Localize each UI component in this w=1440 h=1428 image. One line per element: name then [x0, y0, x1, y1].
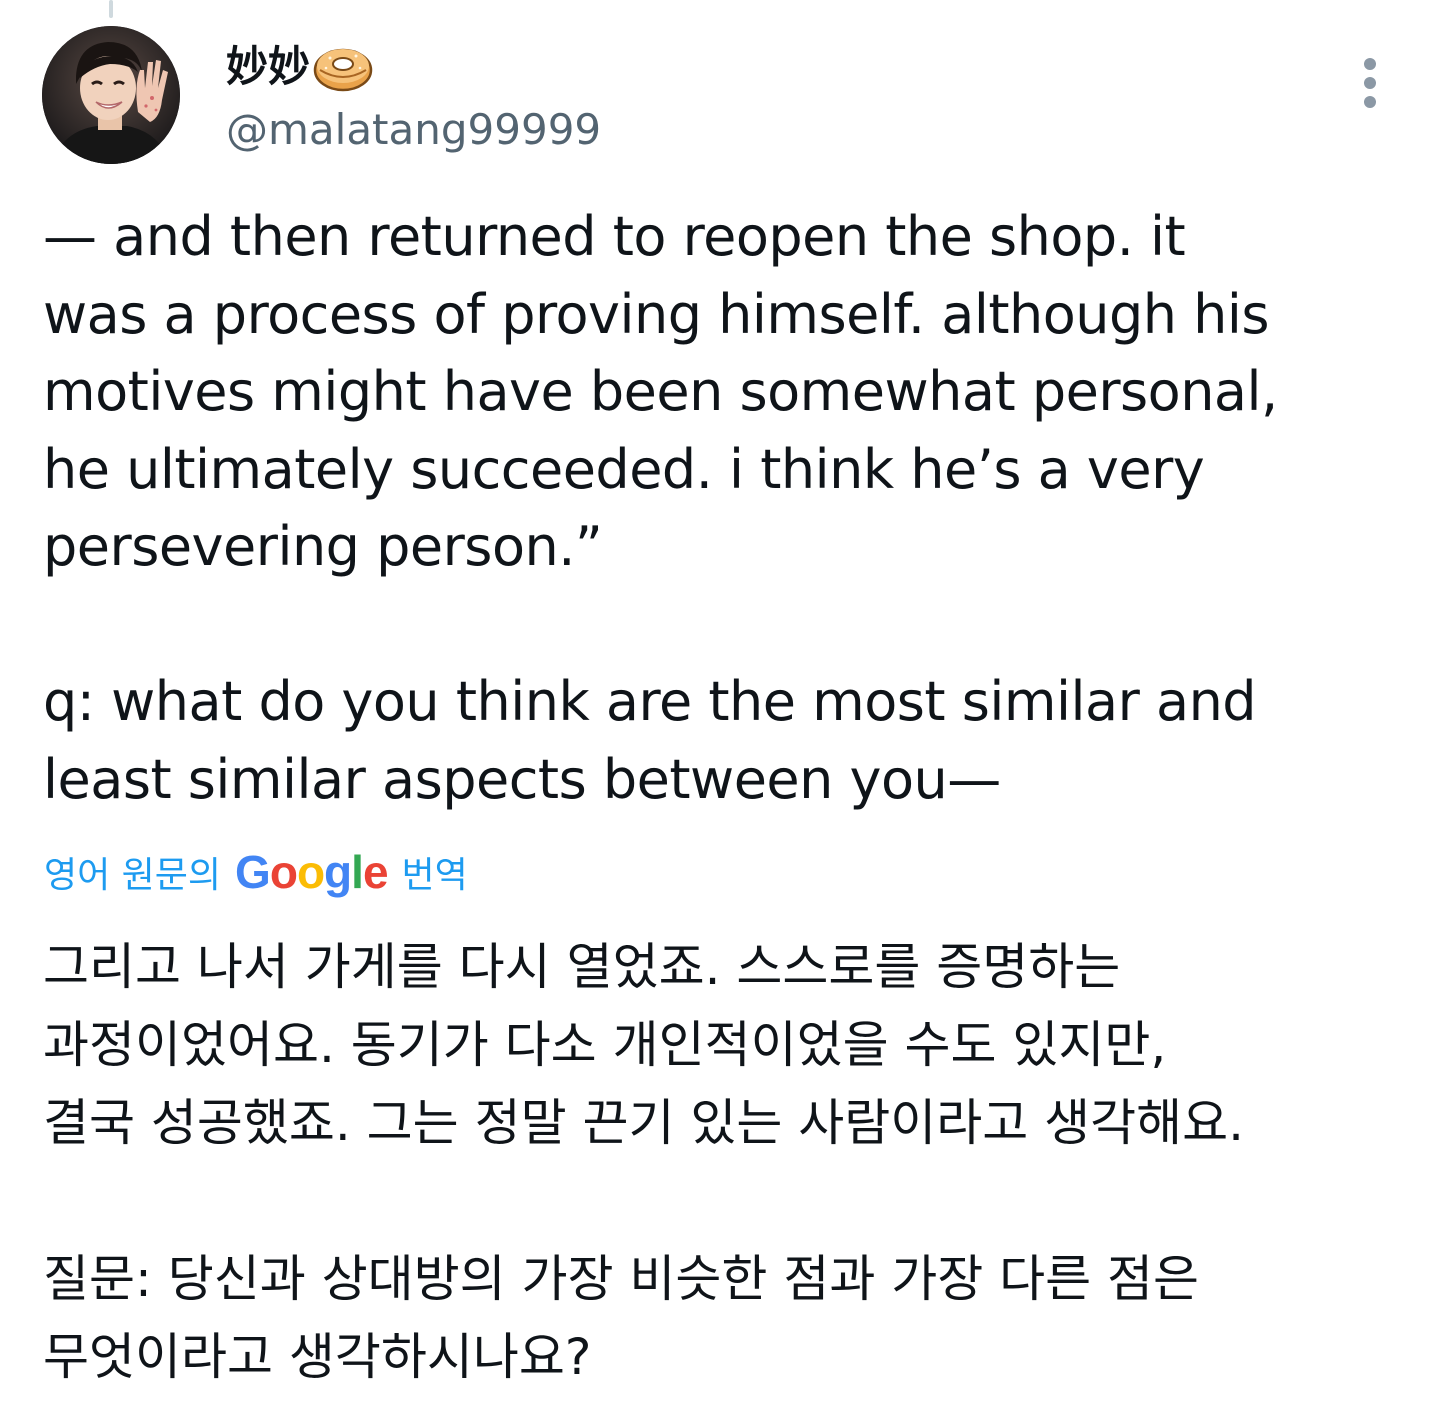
- tweet-paragraph: q: what do you think are the most simila…: [43, 670, 1257, 811]
- google-logo: Google: [235, 846, 389, 898]
- google-letter: e: [362, 846, 389, 898]
- bagel-icon: [312, 40, 374, 94]
- google-letter: l: [351, 846, 364, 898]
- google-letter: o: [296, 846, 325, 898]
- translated-text: 그리고 나서 가게를 다시 열었죠. 스스로를 증명하는 과정이었어요. 동기가…: [43, 928, 1423, 1396]
- translation-suffix: 번역: [401, 855, 468, 896]
- avatar-image: [42, 26, 180, 164]
- display-name-row[interactable]: 妙妙: [226, 36, 601, 98]
- google-letter: g: [324, 846, 352, 898]
- more-dot: [1364, 58, 1376, 70]
- thread-connector-line: [109, 0, 113, 18]
- tweet-author-header: 妙妙 @malatang99999: [226, 36, 601, 158]
- user-handle[interactable]: @malatang99999: [226, 102, 601, 158]
- translated-paragraph: 그리고 나서 가게를 다시 열었죠. 스스로를 증명하는 과정이었어요. 동기가…: [43, 938, 1245, 1152]
- google-letter: G: [235, 846, 271, 898]
- tweet-text: — and then returned to reopen the shop. …: [43, 198, 1403, 818]
- more-vertical-icon[interactable]: [1352, 56, 1388, 110]
- translation-attribution[interactable]: 영어 원문의 Google 번역: [44, 838, 468, 906]
- google-letter: o: [269, 846, 298, 898]
- more-dot: [1364, 96, 1376, 108]
- tweet-paragraph: — and then returned to reopen the shop. …: [43, 205, 1278, 578]
- translation-prefix: 영어 원문의: [44, 855, 222, 896]
- more-dot: [1364, 77, 1376, 89]
- display-name[interactable]: 妙妙: [226, 36, 310, 98]
- translated-paragraph: 질문: 당신과 상대방의 가장 비슷한 점과 가장 다른 점은 무엇이라고 생각…: [43, 1250, 1199, 1386]
- avatar[interactable]: [42, 26, 180, 164]
